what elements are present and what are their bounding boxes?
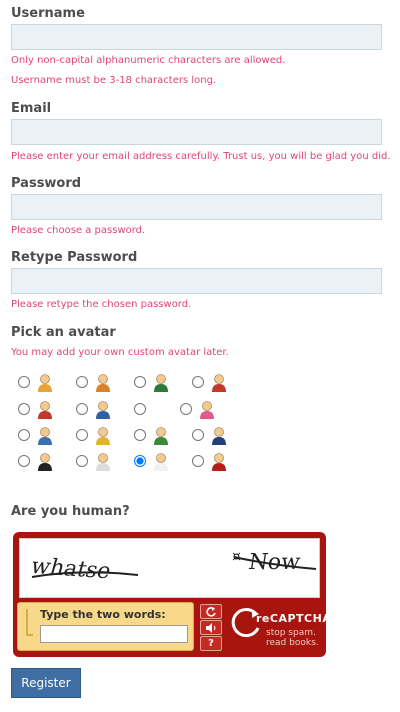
help-icon-glyph: ? <box>208 638 214 649</box>
avatar-radio[interactable] <box>134 403 146 415</box>
avatar-radio[interactable] <box>134 455 146 467</box>
email-help: Please enter your email address carefull… <box>11 151 391 162</box>
username-help-charset: Only non-capital alphanumeric characters… <box>11 55 286 66</box>
man-red-hat-avatar-icon <box>154 427 168 445</box>
avatar-option[interactable] <box>76 399 120 421</box>
avatar-radio[interactable] <box>76 429 88 441</box>
avatar-option[interactable] <box>18 372 62 394</box>
recaptcha-brand: reCAPTCHA stop spam. read books. <box>228 604 331 652</box>
captcha-image: whatse ¤ Now <box>19 538 320 598</box>
username-help-length: Username must be 3-18 characters long. <box>11 75 217 86</box>
woman-blue-avatar-icon <box>96 401 110 419</box>
avatar-option[interactable] <box>192 451 236 473</box>
avatar-radio[interactable] <box>192 429 204 441</box>
avatar-radio[interactable] <box>180 403 192 415</box>
avatar-help: You may add your own custom avatar later… <box>11 347 229 358</box>
audio-icon[interactable] <box>200 620 222 635</box>
avatar-radio[interactable] <box>76 403 88 415</box>
angel-avatar-icon <box>154 453 168 471</box>
recaptcha-widget: whatse ¤ Now Type the two words: ? reCAP… <box>13 532 331 657</box>
woman-dark-blue-avatar-icon <box>212 427 226 445</box>
email-input[interactable] <box>11 119 382 145</box>
avatar-radio[interactable] <box>18 376 30 388</box>
captcha-entry-panel: Type the two words: <box>17 602 194 651</box>
avatar-radio[interactable] <box>18 403 30 415</box>
avatar-option[interactable] <box>18 425 62 447</box>
recaptcha-tagline-1: stop spam. <box>266 628 316 638</box>
avatar-radio[interactable] <box>134 429 146 441</box>
retype-password-label: Retype Password <box>11 250 138 265</box>
retype-password-help: Please retype the chosen password. <box>11 299 192 310</box>
password-label: Password <box>11 176 82 191</box>
woman-red-avatar-icon <box>212 374 226 392</box>
avatar-option[interactable] <box>180 399 224 421</box>
avatar-option[interactable] <box>134 372 178 394</box>
username-label: Username <box>11 6 85 21</box>
couple-avatar-icon <box>38 427 52 445</box>
woman-orange-avatar-icon <box>96 374 110 392</box>
captcha-words-graphic: whatse ¤ Now <box>28 549 317 584</box>
avatar-radio[interactable] <box>192 455 204 467</box>
ghost-avatar-icon <box>96 453 110 471</box>
devil-avatar-icon <box>212 453 226 471</box>
avatar-radio[interactable] <box>192 376 204 388</box>
avatar-radio[interactable] <box>76 376 88 388</box>
username-input[interactable] <box>11 24 382 50</box>
captcha-response-input[interactable] <box>40 625 188 643</box>
avatar-option[interactable] <box>134 451 178 473</box>
avatar-option[interactable] <box>134 399 178 421</box>
avatar-option[interactable] <box>192 372 236 394</box>
recaptcha-tagline-2: read books. <box>266 638 319 648</box>
password-help: Please choose a password. <box>11 225 146 236</box>
avatar-label: Pick an avatar <box>11 325 116 340</box>
retype-password-input[interactable] <box>11 268 382 294</box>
refresh-icon[interactable] <box>200 604 222 619</box>
girl-pink-avatar-icon <box>200 401 214 419</box>
avatar-radio[interactable] <box>76 455 88 467</box>
avatar-radio[interactable] <box>18 429 30 441</box>
blonde-woman-avatar-icon <box>96 427 110 445</box>
help-icon[interactable]: ? <box>200 636 222 651</box>
captcha-prompt: Type the two words: <box>40 608 166 621</box>
captcha-word-1: whatse <box>28 553 114 584</box>
avatar-option[interactable] <box>18 399 62 421</box>
man-green-shirt-avatar-icon <box>38 374 52 392</box>
man-red-cap-avatar-icon <box>38 401 52 419</box>
man-dark-green-avatar-icon <box>154 374 168 392</box>
avatar-radio[interactable] <box>134 376 146 388</box>
arrow-icon <box>26 609 33 636</box>
avatar-option[interactable] <box>76 425 120 447</box>
avatar-radio[interactable] <box>18 455 30 467</box>
avatar-option[interactable] <box>76 372 120 394</box>
avatar-option[interactable] <box>134 425 178 447</box>
avatar-option[interactable] <box>18 451 62 473</box>
avatar-picker <box>18 372 248 472</box>
captcha-label: Are you human? <box>11 504 130 519</box>
recaptcha-brand-name: reCAPTCHA <box>256 612 332 625</box>
register-button[interactable]: Register <box>11 668 81 698</box>
email-label: Email <box>11 101 52 116</box>
avatar-option[interactable] <box>192 425 236 447</box>
ninja-avatar-icon <box>38 453 52 471</box>
avatar-option[interactable] <box>76 451 120 473</box>
password-input[interactable] <box>11 194 382 220</box>
